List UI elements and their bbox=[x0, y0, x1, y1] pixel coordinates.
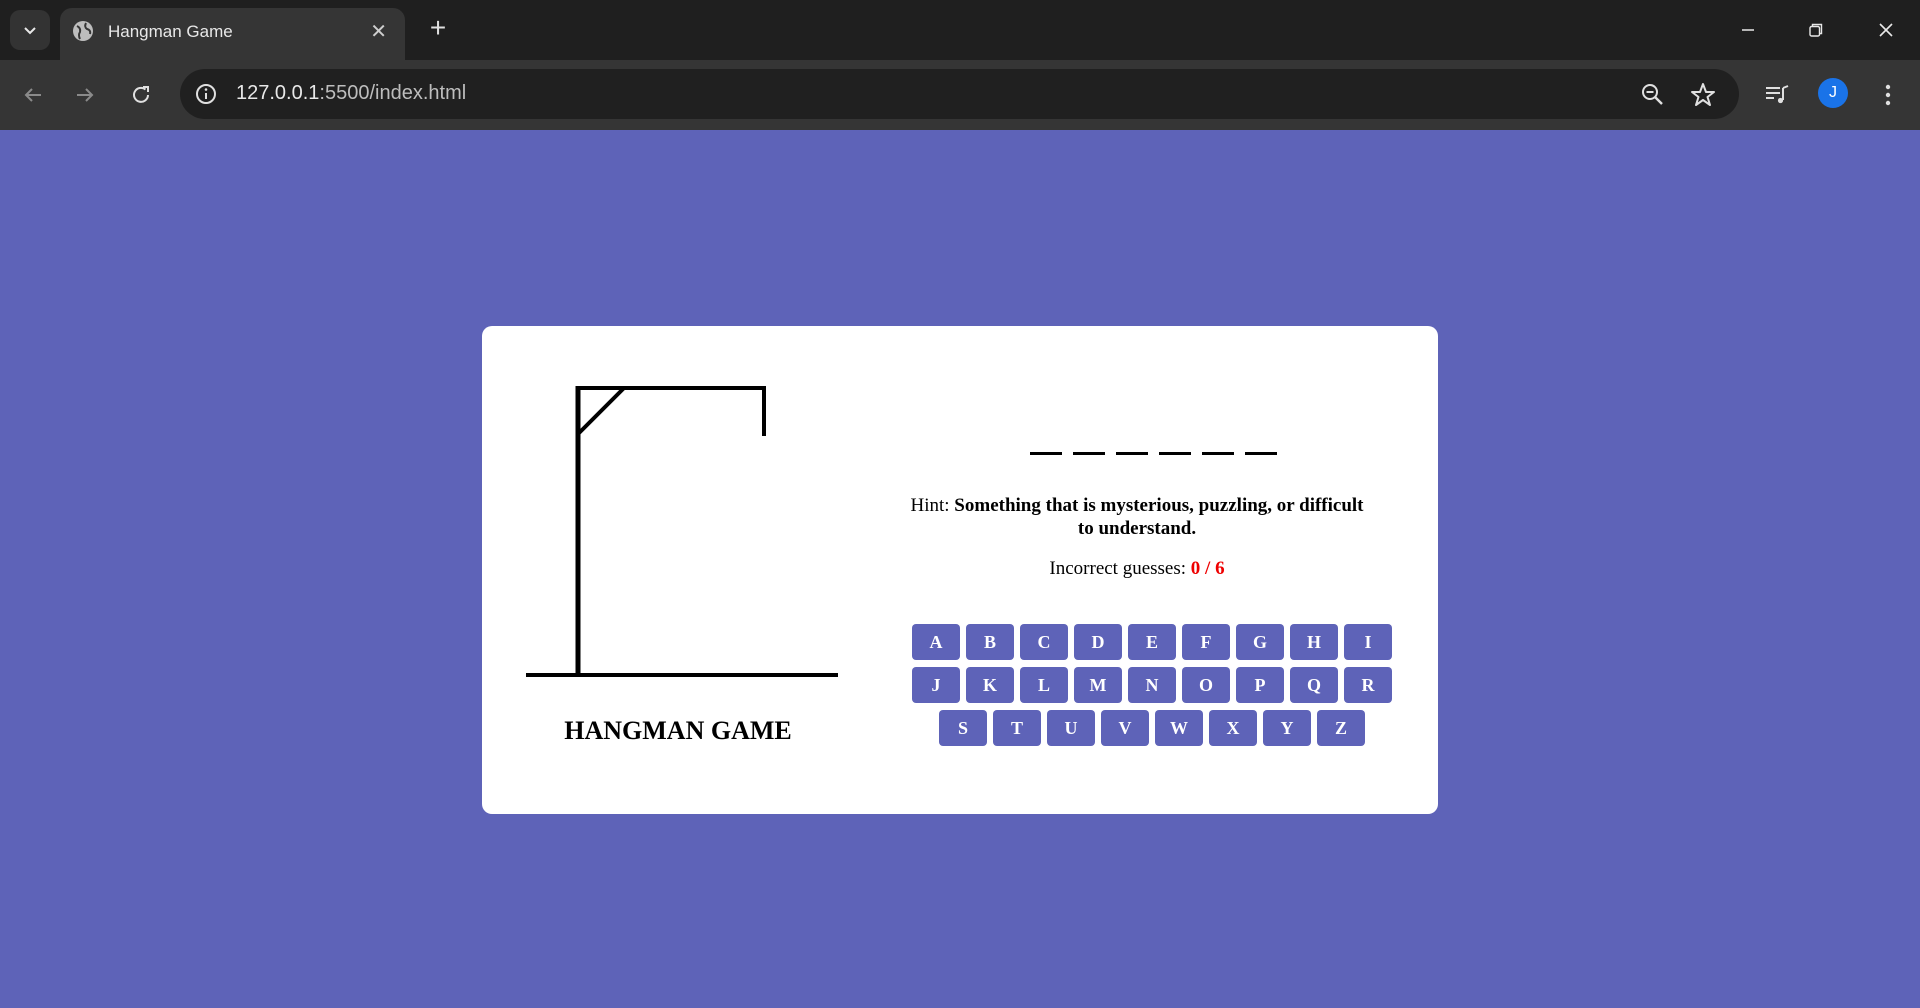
key-r[interactable]: R bbox=[1344, 667, 1392, 703]
tab-search-button[interactable] bbox=[10, 10, 50, 50]
address-bar[interactable]: 127.0.0.1:5500/index.html bbox=[180, 69, 1739, 119]
hint-label: Hint: bbox=[910, 495, 950, 516]
plus-icon[interactable]: + bbox=[424, 14, 452, 42]
key-t[interactable]: T bbox=[993, 710, 1041, 746]
star-icon[interactable] bbox=[1690, 82, 1716, 108]
key-x[interactable]: X bbox=[1209, 710, 1257, 746]
restore-icon[interactable] bbox=[1796, 12, 1836, 48]
hint-value: Something that is mysterious, puzzling, … bbox=[954, 495, 1364, 539]
browser-toolbar: 127.0.0.1:5500/index.html J bbox=[0, 60, 1920, 130]
key-v[interactable]: V bbox=[1101, 710, 1149, 746]
avatar[interactable]: J bbox=[1818, 78, 1848, 108]
media-icon[interactable] bbox=[1762, 80, 1792, 110]
url-host: 127.0.0.1 bbox=[236, 82, 320, 104]
letter-blank bbox=[1245, 452, 1277, 455]
close-window-icon[interactable] bbox=[1866, 12, 1906, 48]
tab-title: Hangman Game bbox=[108, 22, 233, 41]
info-icon[interactable] bbox=[194, 82, 218, 106]
back-icon[interactable] bbox=[16, 78, 50, 112]
key-c[interactable]: C bbox=[1020, 624, 1068, 660]
key-b[interactable]: B bbox=[966, 624, 1014, 660]
zoom-icon[interactable] bbox=[1640, 82, 1666, 108]
tab-strip: Hangman Game ✕ + bbox=[0, 0, 1920, 60]
globe-icon bbox=[73, 21, 93, 41]
letter-blank bbox=[1073, 452, 1105, 455]
close-icon[interactable]: ✕ bbox=[370, 19, 387, 44]
key-s[interactable]: S bbox=[939, 710, 987, 746]
letter-keyboard: ABCDEFGHI JKLMNOPQR STUVWXYZ bbox=[912, 624, 1392, 746]
tab-hangman[interactable]: Hangman Game ✕ bbox=[60, 8, 405, 60]
key-g[interactable]: G bbox=[1236, 624, 1284, 660]
url-path: :5500/index.html bbox=[319, 82, 467, 104]
letter-blank bbox=[1202, 452, 1234, 455]
key-a[interactable]: A bbox=[912, 624, 960, 660]
key-p[interactable]: P bbox=[1236, 667, 1284, 703]
url-text: 127.0.0.1:5500/index.html bbox=[236, 82, 466, 105]
letter-blank bbox=[1116, 452, 1148, 455]
key-u[interactable]: U bbox=[1047, 710, 1095, 746]
key-e[interactable]: E bbox=[1128, 624, 1176, 660]
key-d[interactable]: D bbox=[1074, 624, 1122, 660]
key-n[interactable]: N bbox=[1128, 667, 1176, 703]
gallows-drawing bbox=[526, 386, 838, 677]
guesses-count: 0 / 6 bbox=[1190, 558, 1225, 579]
key-l[interactable]: L bbox=[1020, 667, 1068, 703]
key-m[interactable]: M bbox=[1074, 667, 1122, 703]
reload-icon[interactable] bbox=[124, 78, 158, 112]
guesses-label: Incorrect guesses: bbox=[1049, 558, 1187, 579]
game-card: HANGMAN GAME Hint: Something that is mys… bbox=[482, 326, 1438, 814]
menu-icon[interactable] bbox=[1873, 80, 1903, 110]
key-i[interactable]: I bbox=[1344, 624, 1392, 660]
key-y[interactable]: Y bbox=[1263, 710, 1311, 746]
letter-blank bbox=[1159, 452, 1191, 455]
key-f[interactable]: F bbox=[1182, 624, 1230, 660]
forward-icon[interactable] bbox=[68, 78, 102, 112]
incorrect-guesses: Incorrect guesses: 0 / 6 bbox=[902, 558, 1372, 580]
avatar-letter: J bbox=[1829, 84, 1837, 101]
word-display bbox=[1030, 426, 1277, 456]
key-z[interactable]: Z bbox=[1317, 710, 1365, 746]
game-title: HANGMAN GAME bbox=[564, 716, 792, 745]
letter-blank bbox=[1030, 452, 1062, 455]
minimize-icon[interactable] bbox=[1728, 12, 1768, 48]
chevron-down-icon bbox=[24, 27, 36, 35]
key-k[interactable]: K bbox=[966, 667, 1014, 703]
key-j[interactable]: J bbox=[912, 667, 960, 703]
key-h[interactable]: H bbox=[1290, 624, 1338, 660]
key-w[interactable]: W bbox=[1155, 710, 1203, 746]
key-q[interactable]: Q bbox=[1290, 667, 1338, 703]
hint-text: Hint: Something that is mysterious, puzz… bbox=[902, 494, 1372, 540]
key-o[interactable]: O bbox=[1182, 667, 1230, 703]
